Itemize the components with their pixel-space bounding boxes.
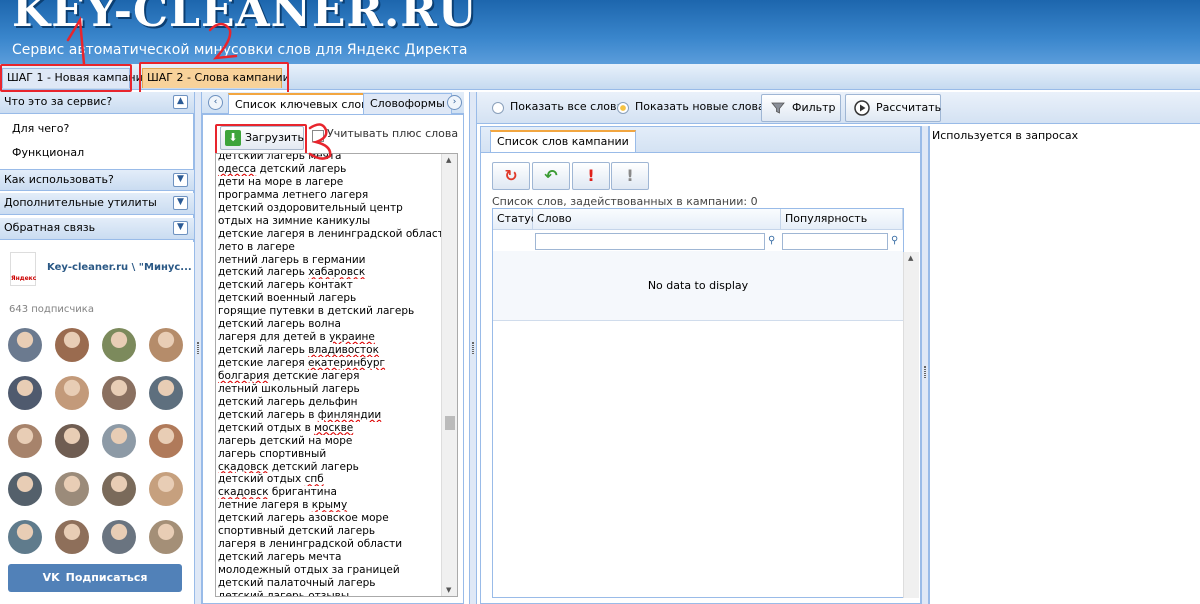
annotation-number-3 <box>308 123 332 160</box>
annotation-number-1 <box>66 16 86 66</box>
annotation-overlay <box>66 16 332 160</box>
app-root: KEY-CLEANER.RU Сервис автоматической мин… <box>0 0 1200 604</box>
annotation-number-2 <box>208 22 238 60</box>
